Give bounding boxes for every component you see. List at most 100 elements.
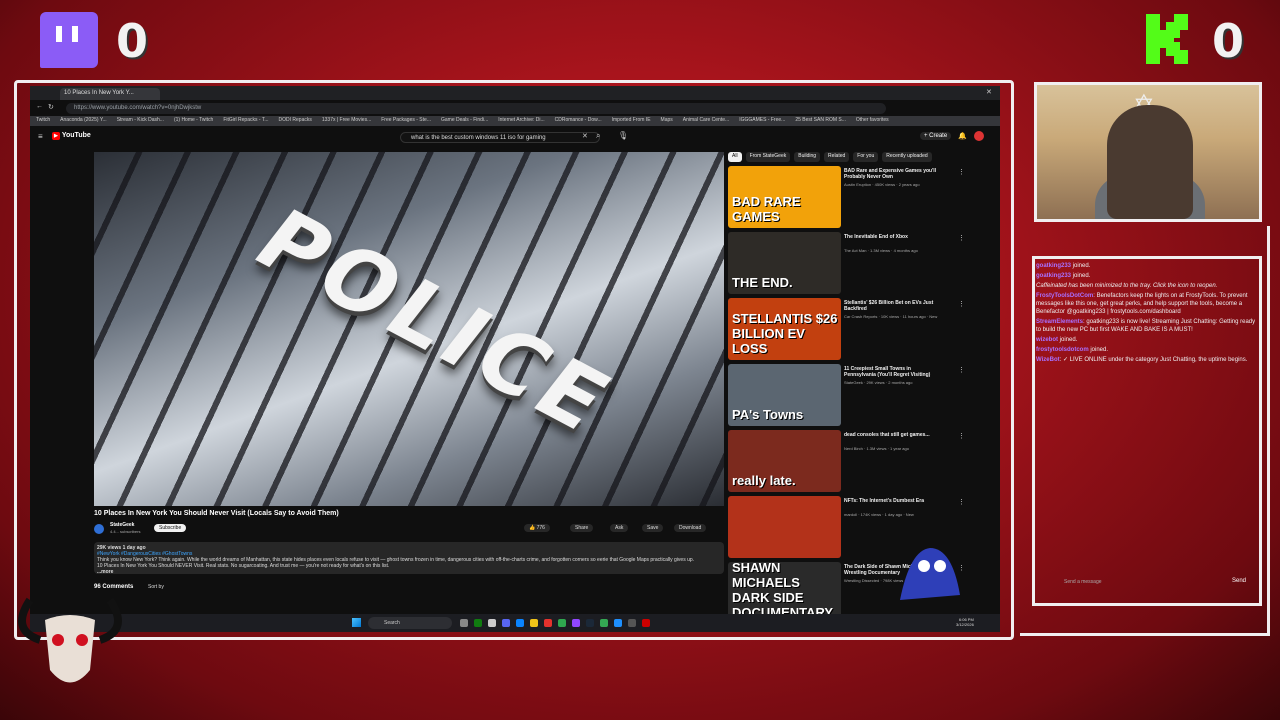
related-video-item[interactable]: BAD RARE GAMES BAD Rare and Expensive Gam… <box>728 166 988 228</box>
save-button[interactable]: Save <box>642 524 664 532</box>
more-link[interactable]: ...more <box>97 569 721 575</box>
edge-icon[interactable] <box>516 619 524 627</box>
app-red-icon[interactable] <box>544 619 552 627</box>
bookmark-item[interactable]: CDRomance - Dow... <box>555 117 602 125</box>
more-options-icon[interactable]: ⋮ <box>958 168 965 176</box>
bookmark-item[interactable]: Stream - Kick Dash... <box>117 117 164 125</box>
avatar[interactable] <box>974 131 984 141</box>
windows-start-icon[interactable] <box>352 618 361 627</box>
share-button[interactable]: Share <box>570 524 594 532</box>
related-video-title[interactable]: Stellantis' $26 Billion Bet on EVs Just … <box>844 300 944 312</box>
microphone-icon[interactable]: 🎙 <box>618 131 628 140</box>
xbox-icon[interactable] <box>474 619 482 627</box>
bookmark-item[interactable]: Other favorites <box>856 117 889 125</box>
chat-message: goatking233 joined. <box>1036 272 1258 280</box>
more-options-icon[interactable]: ⋮ <box>958 498 965 506</box>
bookmark-item[interactable]: Maps <box>661 117 673 125</box>
app-green-icon[interactable] <box>558 619 566 627</box>
bookmark-item[interactable]: DODI Repacks <box>279 117 312 125</box>
related-video-item[interactable]: STELLANTIS $26 BILLION EV LOSS Stellantis… <box>728 298 988 360</box>
video-thumbnail[interactable] <box>728 496 841 558</box>
video-thumbnail[interactable]: PA's Towns <box>728 364 841 426</box>
folder-icon[interactable] <box>530 619 538 627</box>
bookmark-item[interactable]: 1337x | Free Movies... <box>322 117 371 125</box>
bookmark-item[interactable]: Anaconda (2025) Y... <box>60 117 107 125</box>
related-video-title[interactable]: BAD Rare and Expensive Games you'll Prob… <box>844 168 944 180</box>
chat-username[interactable]: WizeBot <box>1036 357 1060 363</box>
bookmark-item[interactable]: Free Packages - Ste... <box>381 117 431 125</box>
related-video-title[interactable]: The Inevitable End of Xbox <box>844 234 944 240</box>
menu-icon[interactable]: ≡ <box>38 132 43 141</box>
chrome-icon[interactable] <box>600 619 608 627</box>
bookmark-item[interactable]: Game Deals - Findi... <box>441 117 488 125</box>
bookmark-item[interactable]: Animal Care Cente... <box>683 117 729 125</box>
create-button[interactable]: + Create <box>920 132 952 140</box>
bookmark-item[interactable]: (1) Home - Twitch <box>174 117 213 125</box>
subscribe-button[interactable]: Subscribe <box>154 524 187 532</box>
chip-recently-uploaded[interactable]: Recently uploaded <box>882 152 932 162</box>
sort-button[interactable]: Sort by <box>148 584 164 590</box>
thumbnail-text: STELLANTIS $26 BILLION EV LOSS <box>732 311 838 356</box>
like-button[interactable]: 👍 776 <box>524 524 550 532</box>
chip-all[interactable]: All <box>728 152 742 162</box>
chip-from-stategeek[interactable]: From StateGeek <box>745 152 791 162</box>
video-player[interactable]: POLICE <box>94 152 724 506</box>
more-options-icon[interactable]: ⋮ <box>958 300 965 308</box>
refresh-icon[interactable]: ↻ <box>48 103 54 111</box>
related-video-title[interactable]: NFTs: The Internet's Dumbest Era <box>844 498 944 504</box>
search-icon[interactable]: ⌕ <box>596 131 600 141</box>
app-icon[interactable] <box>488 619 496 627</box>
twitch-app-icon[interactable] <box>572 619 580 627</box>
related-video-title[interactable]: dead consoles that still get games... <box>844 432 944 438</box>
ask-button[interactable]: Ask <box>610 524 629 532</box>
channel-avatar[interactable] <box>94 524 104 534</box>
discord-icon[interactable] <box>502 619 510 627</box>
clear-search-icon[interactable]: ✕ <box>582 132 588 140</box>
task-view-icon[interactable] <box>460 619 468 627</box>
video-thumbnail[interactable]: THE END. <box>728 232 841 294</box>
close-window-icon[interactable]: ✕ <box>986 88 992 96</box>
chip-for-you[interactable]: For you <box>853 152 879 162</box>
search-input[interactable]: what is the best custom windows 11 iso f… <box>400 132 600 143</box>
app-blue-icon[interactable] <box>614 619 622 627</box>
video-thumbnail[interactable]: BAD RARE GAMES <box>728 166 841 228</box>
more-options-icon[interactable]: ⋮ <box>958 432 965 440</box>
browser-tab[interactable]: 10 Places In New York Y... <box>60 88 160 100</box>
chat-username[interactable]: FrostyToolsDotCom <box>1036 293 1093 299</box>
related-video-title[interactable]: 11 Creepiest Small Towns in Pennsylvania… <box>844 366 944 378</box>
channel-name[interactable]: StateGeek <box>110 522 134 528</box>
app-gray-icon[interactable] <box>628 619 636 627</box>
notifications-icon[interactable]: 🔔 <box>958 132 967 140</box>
bookmark-item[interactable]: IGGGAMES - Free... <box>739 117 785 125</box>
back-icon[interactable]: ← <box>36 103 43 110</box>
bookmark-item[interactable]: Twitch <box>36 117 50 125</box>
more-options-icon[interactable]: ⋮ <box>958 234 965 242</box>
chat-username[interactable]: wizebot <box>1036 337 1058 343</box>
steam-icon[interactable] <box>586 619 594 627</box>
bookmark-item[interactable]: 25 Best SAN ROM S... <box>795 117 846 125</box>
youtube-logo[interactable]: YouTube <box>52 132 91 140</box>
app-darkred-icon[interactable] <box>642 619 650 627</box>
related-video-item[interactable]: really late. dead consoles that still get… <box>728 430 988 492</box>
video-thumbnail[interactable]: really late. <box>728 430 841 492</box>
taskbar-search[interactable]: Search <box>368 617 452 629</box>
chat-username[interactable]: StreamElements <box>1036 319 1083 325</box>
description-box[interactable]: 29K views 1 day ago #NewYork #DangerousC… <box>94 542 724 575</box>
download-button[interactable]: Download <box>674 524 707 532</box>
chat-username[interactable]: goatking233 <box>1036 263 1071 269</box>
chat-input[interactable]: Send a message <box>1040 577 1258 589</box>
chip-related[interactable]: Related <box>824 152 850 162</box>
more-options-icon[interactable]: ⋮ <box>958 366 965 374</box>
bookmark-item[interactable]: Internet Archive: Di... <box>498 117 544 125</box>
chat-username[interactable]: frostytoolsdotcom <box>1036 347 1089 353</box>
chat-username[interactable]: goatking233 <box>1036 273 1071 279</box>
chat-send-button[interactable]: Send <box>1232 578 1246 584</box>
bookmark-item[interactable]: FitGirl Repacks - T... <box>223 117 268 125</box>
related-video-item[interactable]: PA's Towns 11 Creepiest Small Towns in Pe… <box>728 364 988 426</box>
clock[interactable]: 6:06 PM 3/12/2026 <box>956 617 974 627</box>
chip-building[interactable]: Building <box>794 152 821 162</box>
bookmark-item[interactable]: Imported From IE <box>612 117 651 125</box>
address-bar[interactable]: https://www.youtube.com/watch?v=0njhDwjk… <box>66 103 886 114</box>
related-video-item[interactable]: THE END. The Inevitable End of Xbox The Ac… <box>728 232 988 294</box>
video-thumbnail[interactable]: STELLANTIS $26 BILLION EV LOSS <box>728 298 841 360</box>
